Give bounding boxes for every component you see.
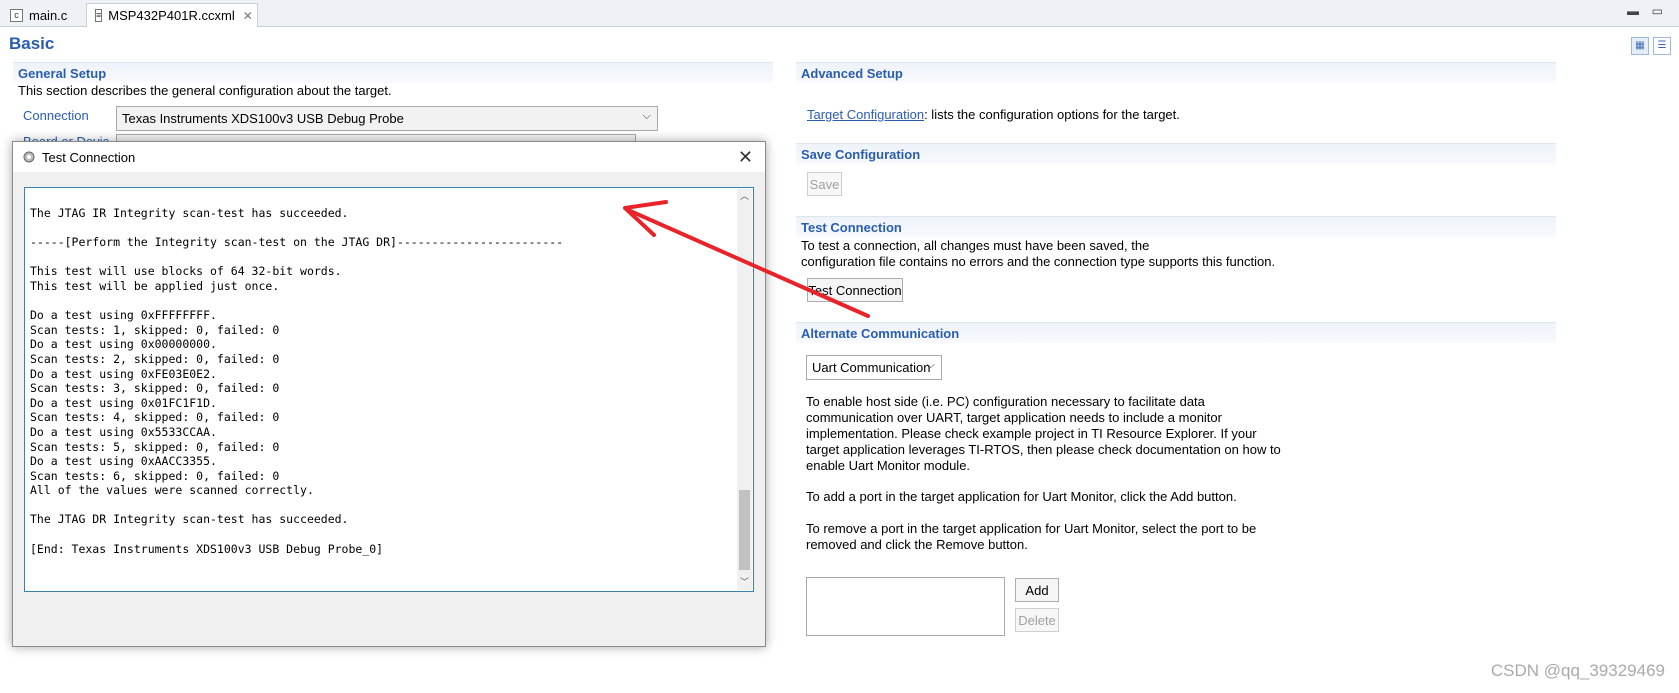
scrollbar-thumb[interactable] bbox=[739, 490, 750, 570]
general-setup-header: General Setup bbox=[13, 62, 773, 83]
save-button[interactable]: Save bbox=[807, 172, 842, 196]
log-line: Scan tests: 5, skipped: 0, failed: 0 bbox=[30, 439, 280, 454]
advanced-setup-desc: Target Configuration: lists the configur… bbox=[807, 107, 1180, 123]
log-line: The JTAG IR Integrity scan-test has succ… bbox=[30, 206, 349, 220]
uart-port-list[interactable] bbox=[806, 577, 1005, 636]
log-line: All of the values were scanned correctly… bbox=[30, 483, 314, 498]
view-toggle-group: ▦ ☰ bbox=[1631, 37, 1671, 55]
test-connection-desc1: To test a connection, all changes must h… bbox=[801, 238, 1150, 253]
para1-line: implementation. Please check example pro… bbox=[806, 426, 1257, 441]
log-line: Scan tests: 1, skipped: 0, failed: 0 bbox=[30, 322, 280, 337]
log-line: Scan tests: 6, skipped: 0, failed: 0 bbox=[30, 468, 280, 483]
add-button[interactable]: Add bbox=[1015, 578, 1059, 602]
tab-main-c[interactable]: c main.c bbox=[2, 3, 84, 27]
log-line: Do a test using 0xFE03E0E2. bbox=[30, 366, 217, 381]
log-line: Scan tests: 3, skipped: 0, failed: 0 bbox=[30, 381, 280, 396]
log-line: Do a test using 0xAACC3355. bbox=[30, 454, 217, 469]
log-line: The JTAG DR Integrity scan-test has succ… bbox=[30, 512, 349, 527]
communication-value: Uart Communication bbox=[812, 360, 931, 375]
test-connection-dialog: Test Connection ✕ The JTAG IR Integrity … bbox=[12, 141, 766, 647]
connection-value: Texas Instruments XDS100v3 USB Debug Pro… bbox=[122, 111, 404, 126]
dialog-title: Test Connection bbox=[42, 149, 136, 165]
scroll-down-icon[interactable]: ﹀ bbox=[737, 575, 752, 590]
log-line: This test will be applied just once. bbox=[30, 278, 280, 293]
general-setup-desc: This section describes the general confi… bbox=[18, 83, 392, 98]
log-scrollbar[interactable]: ︿ ﹀ bbox=[737, 189, 752, 590]
log-line: Do a test using 0x01FC1F1D. bbox=[30, 395, 217, 410]
chevron-down-icon: ⌵ bbox=[642, 110, 651, 122]
save-config-header: Save Configuration bbox=[796, 143, 1556, 164]
ccxml-file-icon: ≡ bbox=[95, 9, 103, 22]
target-configuration-link[interactable]: Target Configuration bbox=[807, 107, 924, 122]
log-line: This test will use blocks of 64 32-bit w… bbox=[30, 264, 342, 279]
scroll-up-icon[interactable]: ︿ bbox=[737, 189, 752, 204]
para3-line: removed and click the Remove button. bbox=[806, 537, 1028, 552]
connection-log-output[interactable]: The JTAG IR Integrity scan-test has succ… bbox=[24, 187, 754, 592]
chevron-down-icon: ⌵ bbox=[926, 359, 935, 371]
test-connection-desc2: configuration file contains no errors an… bbox=[801, 254, 1276, 269]
log-text: The JTAG IR Integrity scan-test has succ… bbox=[30, 206, 563, 556]
communication-select[interactable]: Uart Communication ⌵ bbox=[806, 355, 942, 380]
tab-ccxml[interactable]: ≡ MSP432P401R.ccxml ✕ bbox=[86, 3, 258, 27]
c-file-icon: c bbox=[10, 8, 23, 22]
alternate-para1: To enable host side (i.e. PC) configurat… bbox=[806, 394, 1281, 474]
log-line: Do a test using 0xFFFFFFFF. bbox=[30, 308, 217, 323]
test-connection-header: Test Connection bbox=[796, 216, 1556, 237]
para1-line: enable Uart Monitor module. bbox=[806, 458, 971, 473]
gear-app-icon bbox=[23, 151, 35, 163]
para1-line: To enable host side (i.e. PC) configurat… bbox=[806, 394, 1205, 409]
alternate-para2: To add a port in the target application … bbox=[806, 489, 1237, 504]
advanced-desc-text: : lists the configuration options for th… bbox=[924, 107, 1180, 122]
test-connection-button[interactable]: Test Connection bbox=[807, 278, 903, 302]
close-tab-icon[interactable]: ✕ bbox=[243, 9, 253, 23]
delete-button[interactable]: Delete bbox=[1015, 608, 1059, 632]
watermark: CSDN @qq_39329469 bbox=[1490, 661, 1665, 680]
grid-view-icon[interactable]: ▦ bbox=[1631, 37, 1649, 55]
dialog-titlebar[interactable]: Test Connection bbox=[13, 142, 765, 172]
alternate-comm-header: Alternate Communication bbox=[796, 322, 1556, 343]
log-line: Do a test using 0x5533CCAA. bbox=[30, 424, 217, 439]
para1-line: target application leverages TI-RTOS, th… bbox=[806, 442, 1281, 457]
maximize-icon[interactable]: ▭ bbox=[1652, 4, 1663, 18]
log-line: Do a test using 0x00000000. bbox=[30, 337, 217, 352]
log-line: -----[Perform the Integrity scan-test on… bbox=[30, 235, 564, 250]
alternate-para3: To remove a port in the target applicati… bbox=[806, 521, 1256, 553]
page-title: Basic bbox=[9, 34, 55, 53]
log-line: Scan tests: 2, skipped: 0, failed: 0 bbox=[30, 351, 280, 366]
list-view-icon[interactable]: ☰ bbox=[1653, 37, 1671, 55]
tab-label: MSP432P401R.ccxml bbox=[108, 8, 235, 23]
log-line: Scan tests: 4, skipped: 0, failed: 0 bbox=[30, 410, 280, 425]
tab-label: main.c bbox=[29, 7, 68, 23]
close-icon[interactable]: ✕ bbox=[738, 147, 753, 168]
para1-line: communication over UART, target applicat… bbox=[806, 410, 1222, 425]
log-line: [End: Texas Instruments XDS100v3 USB Deb… bbox=[30, 541, 384, 556]
advanced-setup-header: Advanced Setup bbox=[796, 62, 1556, 83]
editor-tab-bar: c main.c ≡ MSP432P401R.ccxml ✕ ▬ ▭ bbox=[0, 0, 1679, 27]
connection-label: Connection bbox=[23, 108, 89, 123]
minimize-icon[interactable]: ▬ bbox=[1627, 4, 1639, 18]
para3-line: To remove a port in the target applicati… bbox=[806, 521, 1257, 536]
connection-select[interactable]: Texas Instruments XDS100v3 USB Debug Pro… bbox=[116, 106, 658, 131]
